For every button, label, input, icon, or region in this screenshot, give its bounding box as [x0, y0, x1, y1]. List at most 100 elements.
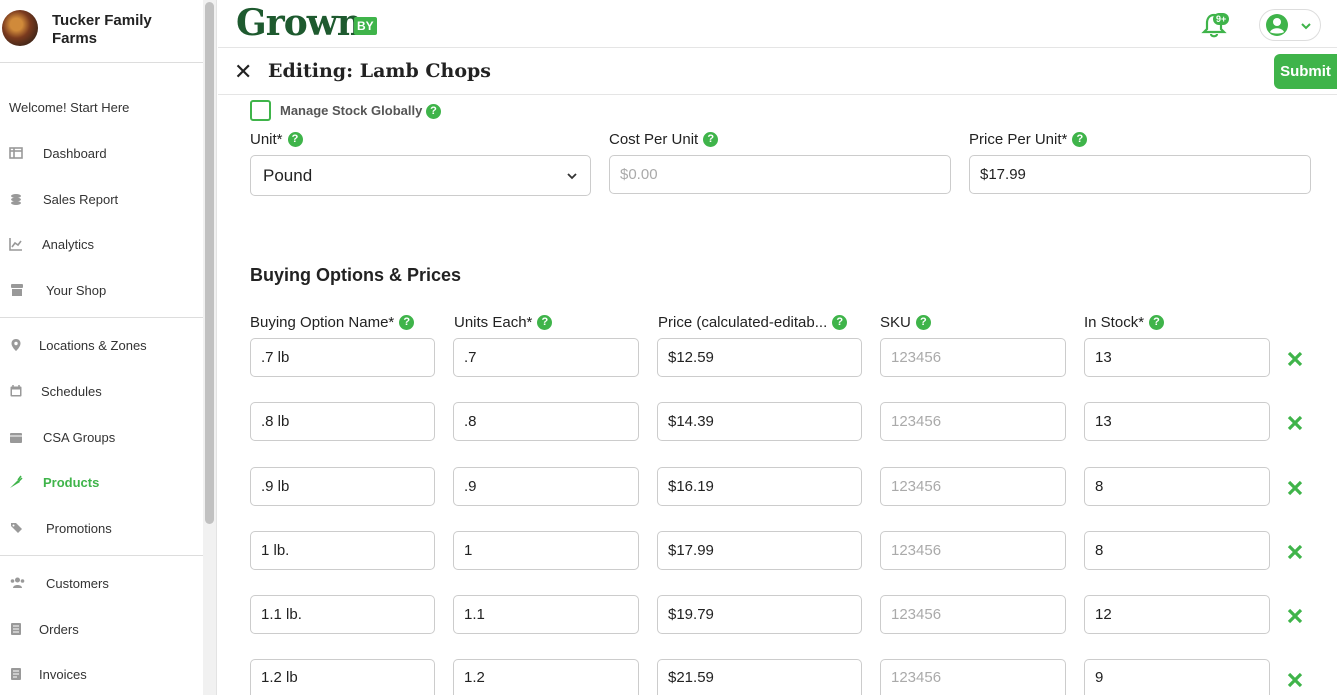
- tags-icon: [11, 523, 22, 533]
- sidebar-item-label: Promotions: [46, 520, 112, 536]
- sidebar-item-label: Customers: [46, 575, 109, 591]
- sidebar-item-csa-groups[interactable]: CSA Groups: [0, 425, 203, 449]
- divider: [0, 317, 203, 318]
- in-stock-input[interactable]: 8: [1084, 467, 1270, 506]
- units-each-input[interactable]: .8: [453, 402, 639, 441]
- price-input[interactable]: $16.19: [657, 467, 862, 506]
- submit-button[interactable]: Submit: [1274, 54, 1337, 89]
- option-name-input[interactable]: .8 lb: [250, 402, 435, 441]
- price-input[interactable]: $19.79: [657, 595, 862, 634]
- sidebar: Tucker Family Farms Welcome! Start Here …: [0, 0, 203, 695]
- column-header-name: Buying Option Name*?: [250, 314, 415, 331]
- sidebar-item-schedules[interactable]: Schedules: [0, 379, 203, 403]
- price-per-unit-label: Price Per Unit*?: [969, 131, 1088, 148]
- in-stock-input[interactable]: 12: [1084, 595, 1270, 634]
- welcome-link[interactable]: Welcome! Start Here: [9, 100, 129, 115]
- sidebar-item-products[interactable]: Products: [0, 470, 203, 494]
- delete-row-icon[interactable]: [1287, 415, 1303, 431]
- sidebar-item-label: Your Shop: [46, 282, 107, 298]
- in-stock-input[interactable]: 13: [1084, 338, 1270, 377]
- delete-row-icon[interactable]: [1287, 351, 1303, 367]
- unit-label: Unit*?: [250, 131, 303, 148]
- units-each-input[interactable]: 1.2: [453, 659, 639, 695]
- units-each-input[interactable]: 1: [453, 531, 639, 570]
- help-icon[interactable]: ?: [832, 315, 848, 330]
- units-each-input[interactable]: .7: [453, 338, 639, 377]
- option-name-input[interactable]: 1.1 lb.: [250, 595, 435, 634]
- cost-per-unit-input[interactable]: $0.00: [609, 155, 951, 194]
- column-header-price: Price (calculated-editab...?: [658, 314, 848, 331]
- sku-input[interactable]: 123456: [880, 467, 1066, 506]
- delete-row-icon[interactable]: [1287, 480, 1303, 496]
- sidebar-item-your-shop[interactable]: Your Shop: [0, 278, 203, 302]
- sku-input[interactable]: 123456: [880, 402, 1066, 441]
- sidebar-item-customers[interactable]: Customers: [0, 571, 203, 595]
- help-icon[interactable]: ?: [287, 132, 303, 147]
- price-input[interactable]: $17.99: [657, 531, 862, 570]
- map-pin-icon: [11, 339, 21, 351]
- in-stock-input[interactable]: 13: [1084, 402, 1270, 441]
- notification-badge: 9+: [1213, 13, 1230, 25]
- price-input[interactable]: $21.59: [657, 659, 862, 695]
- section-title: Buying Options & Prices: [250, 265, 462, 285]
- sidebar-item-label: CSA Groups: [43, 429, 116, 445]
- sidebar-item-label: Invoices: [39, 666, 87, 682]
- sidebar-item-label: Sales Report: [43, 191, 119, 207]
- in-stock-input[interactable]: 8: [1084, 531, 1270, 570]
- sidebar-item-sales-report[interactable]: Sales Report: [0, 187, 203, 211]
- option-name-input[interactable]: 1 lb.: [250, 531, 435, 570]
- option-name-input[interactable]: .9 lb: [250, 467, 435, 506]
- sidebar-item-label: Dashboard: [43, 145, 107, 161]
- chart-line-icon: [9, 238, 22, 251]
- delete-row-icon[interactable]: [1287, 672, 1303, 688]
- sku-input[interactable]: 123456: [880, 659, 1066, 695]
- sku-input[interactable]: 123456: [880, 338, 1066, 377]
- in-stock-input[interactable]: 9: [1084, 659, 1270, 695]
- sidebar-item-label: Products: [43, 474, 100, 490]
- divider: [0, 555, 203, 556]
- help-icon[interactable]: ?: [703, 132, 719, 147]
- price-input[interactable]: $12.59: [657, 338, 862, 377]
- units-each-input[interactable]: 1.1: [453, 595, 639, 634]
- unit-select[interactable]: Pound: [250, 155, 591, 196]
- farm-header[interactable]: Tucker Family Farms: [0, 8, 203, 52]
- sidebar-item-locations[interactable]: Locations & Zones: [0, 333, 203, 357]
- option-name-input[interactable]: 1.2 lb: [250, 659, 435, 695]
- delete-row-icon[interactable]: [1287, 608, 1303, 624]
- price-input[interactable]: $14.39: [657, 402, 862, 441]
- brand-logo-suffix: BY: [354, 17, 377, 35]
- help-icon[interactable]: ?: [425, 104, 441, 120]
- delete-row-icon[interactable]: [1287, 544, 1303, 560]
- chevron-down-icon: [1301, 23, 1311, 30]
- top-bar: [218, 0, 1337, 48]
- sku-input[interactable]: 123456: [880, 531, 1066, 570]
- help-icon[interactable]: ?: [915, 315, 931, 330]
- price-per-unit-input[interactable]: $17.99: [969, 155, 1311, 194]
- sku-input[interactable]: 123456: [880, 595, 1066, 634]
- column-header-units: Units Each*?: [454, 314, 553, 331]
- help-icon[interactable]: ?: [399, 315, 415, 330]
- manage-stock-checkbox[interactable]: [250, 100, 271, 121]
- sidebar-item-dashboard[interactable]: Dashboard: [0, 141, 203, 165]
- sidebar-item-orders[interactable]: Orders: [0, 617, 203, 641]
- page-title: Editing: Lamb Chops: [268, 60, 491, 82]
- help-icon[interactable]: ?: [1072, 132, 1088, 147]
- account-menu[interactable]: [1259, 9, 1321, 41]
- close-icon[interactable]: ✕: [234, 61, 252, 83]
- sidebar-item-promotions[interactable]: Promotions: [0, 516, 203, 540]
- user-circle-icon: [1266, 14, 1288, 36]
- list-icon: [11, 623, 21, 635]
- farm-logo: [2, 10, 38, 46]
- cost-per-unit-label: Cost Per Unit?: [609, 131, 719, 148]
- help-icon[interactable]: ?: [1149, 315, 1165, 330]
- sidebar-item-invoices[interactable]: Invoices: [0, 662, 203, 686]
- help-icon[interactable]: ?: [537, 315, 553, 330]
- carrot-icon: [10, 475, 23, 488]
- coins-icon: [11, 194, 21, 205]
- sidebar-item-analytics[interactable]: Analytics: [0, 232, 203, 256]
- option-name-input[interactable]: .7 lb: [250, 338, 435, 377]
- units-each-input[interactable]: .9: [453, 467, 639, 506]
- sidebar-scrollbar-thumb[interactable]: [205, 2, 214, 524]
- sidebar-item-label: Orders: [39, 621, 79, 637]
- brand-logo[interactable]: Grown: [236, 2, 363, 44]
